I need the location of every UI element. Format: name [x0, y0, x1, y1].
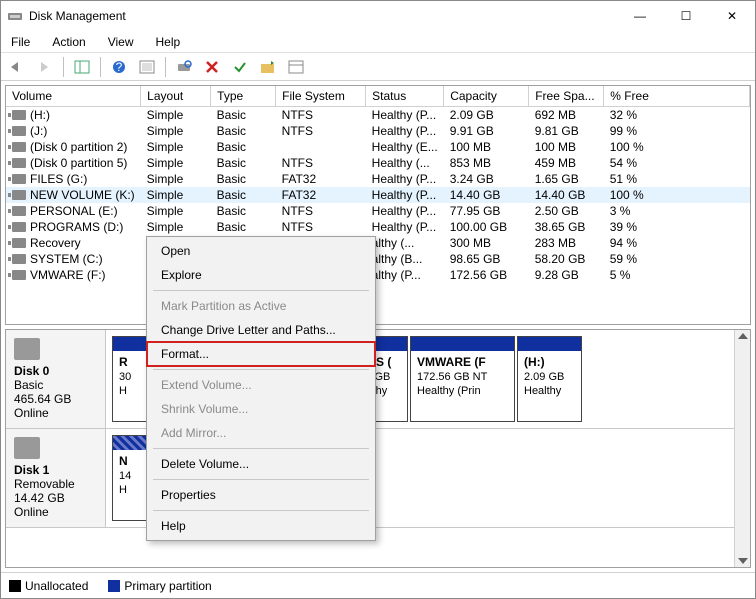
window-title: Disk Management: [29, 9, 617, 23]
ctx-delete[interactable]: Delete Volume...: [147, 452, 375, 476]
context-menu: Open Explore Mark Partition as Active Ch…: [146, 236, 376, 541]
vertical-scrollbar[interactable]: [734, 330, 750, 567]
drive-icon: [12, 206, 26, 216]
partition[interactable]: (H:)2.09 GBHealthy: [517, 336, 582, 422]
disk-info[interactable]: Disk 1Removable14.42 GBOnline: [6, 429, 106, 527]
col-freespace[interactable]: Free Spa...: [529, 86, 604, 107]
refresh-button[interactable]: [172, 56, 196, 78]
ctx-format[interactable]: Format...: [147, 342, 375, 366]
col-volume[interactable]: Volume: [6, 86, 141, 107]
drive-icon: [12, 126, 26, 136]
title-bar[interactable]: Disk Management — ☐ ✕: [1, 1, 755, 31]
ctx-change-letter[interactable]: Change Drive Letter and Paths...: [147, 318, 375, 342]
app-icon: [7, 8, 23, 24]
forward-button[interactable]: [33, 56, 57, 78]
table-row[interactable]: NEW VOLUME (K:)SimpleBasicFAT32Healthy (…: [6, 187, 750, 203]
drive-icon: [12, 222, 26, 232]
ctx-explore[interactable]: Explore: [147, 263, 375, 287]
maximize-button[interactable]: ☐: [663, 1, 709, 31]
content-area: Volume Layout Type File System Status Ca…: [1, 81, 755, 598]
drive-icon: [12, 142, 26, 152]
back-button[interactable]: [5, 56, 29, 78]
show-hide-tree-button[interactable]: [70, 56, 94, 78]
toolbar: ?: [1, 53, 755, 81]
col-capacity[interactable]: Capacity: [444, 86, 529, 107]
checkmark-button[interactable]: [228, 56, 252, 78]
volume-list-pane[interactable]: Volume Layout Type File System Status Ca…: [5, 85, 751, 325]
col-status[interactable]: Status: [366, 86, 444, 107]
menu-file[interactable]: File: [7, 33, 34, 51]
disk-management-window: Disk Management — ☐ ✕ File Action View H…: [0, 0, 756, 599]
disk-graphical-pane[interactable]: Disk 0Basic465.64 GBOnlineR30HPERSONAL77…: [5, 329, 751, 568]
drive-icon: [12, 190, 26, 200]
col-filesystem[interactable]: File System: [276, 86, 366, 107]
drive-icon: [12, 270, 26, 280]
disk-icon: [14, 338, 40, 360]
legend-primary: Primary partition: [108, 579, 211, 593]
menu-bar: File Action View Help: [1, 31, 755, 53]
menu-action[interactable]: Action: [48, 33, 89, 51]
close-button[interactable]: ✕: [709, 1, 755, 31]
ctx-shrink: Shrink Volume...: [147, 397, 375, 421]
table-row[interactable]: SYSTEM (C:)SimpleBasicalthy (B...98.65 G…: [6, 251, 750, 267]
disk-icon: [14, 437, 40, 459]
table-row[interactable]: RecoverySimpleBasicalthy (...300 MB283 M…: [6, 235, 750, 251]
properties-button[interactable]: [284, 56, 308, 78]
ctx-mirror: Add Mirror...: [147, 421, 375, 445]
ctx-mark-active: Mark Partition as Active: [147, 294, 375, 318]
ctx-open[interactable]: Open: [147, 239, 375, 263]
partition[interactable]: VMWARE (F172.56 GB NTHealthy (Prin: [410, 336, 515, 422]
drive-icon: [12, 254, 26, 264]
ctx-properties[interactable]: Properties: [147, 483, 375, 507]
col-pctfree[interactable]: % Free: [604, 86, 750, 107]
drive-icon: [12, 238, 26, 248]
table-row[interactable]: (Disk 0 partition 2)SimpleBasicHealthy (…: [6, 139, 750, 155]
ctx-help[interactable]: Help: [147, 514, 375, 538]
drive-icon: [12, 158, 26, 168]
volume-table: Volume Layout Type File System Status Ca…: [6, 86, 750, 283]
legend-bar: Unallocated Primary partition: [1, 572, 755, 598]
table-row[interactable]: PERSONAL (E:)SimpleBasicNTFSHealthy (P..…: [6, 203, 750, 219]
ctx-extend: Extend Volume...: [147, 373, 375, 397]
disk-row: Disk 1Removable14.42 GBOnlineN14H: [6, 429, 750, 528]
table-row[interactable]: PROGRAMS (D:)SimpleBasicNTFSHealthy (P..…: [6, 219, 750, 235]
table-row[interactable]: (H:)SimpleBasicNTFSHealthy (P...2.09 GB6…: [6, 107, 750, 124]
drive-icon: [12, 174, 26, 184]
table-row[interactable]: VMWARE (F:)SimpleBasicalthy (P...172.56 …: [6, 267, 750, 283]
minimize-button[interactable]: —: [617, 1, 663, 31]
col-type[interactable]: Type: [211, 86, 276, 107]
disk-row: Disk 0Basic465.64 GBOnlineR30HPERSONAL77…: [6, 330, 750, 429]
table-row[interactable]: FILES (G:)SimpleBasicFAT32Healthy (P...3…: [6, 171, 750, 187]
delete-button[interactable]: [200, 56, 224, 78]
disk-info[interactable]: Disk 0Basic465.64 GBOnline: [6, 330, 106, 428]
col-layout[interactable]: Layout: [141, 86, 211, 107]
menu-help[interactable]: Help: [152, 33, 185, 51]
svg-text:?: ?: [116, 60, 123, 74]
drive-icon: [12, 110, 26, 120]
table-row[interactable]: (J:)SimpleBasicNTFSHealthy (P...9.91 GB9…: [6, 123, 750, 139]
folder-up-button[interactable]: [256, 56, 280, 78]
menu-view[interactable]: View: [104, 33, 138, 51]
legend-unallocated: Unallocated: [9, 579, 88, 593]
settings-button[interactable]: [135, 56, 159, 78]
table-row[interactable]: (Disk 0 partition 5)SimpleBasicNTFSHealt…: [6, 155, 750, 171]
help-button[interactable]: ?: [107, 56, 131, 78]
